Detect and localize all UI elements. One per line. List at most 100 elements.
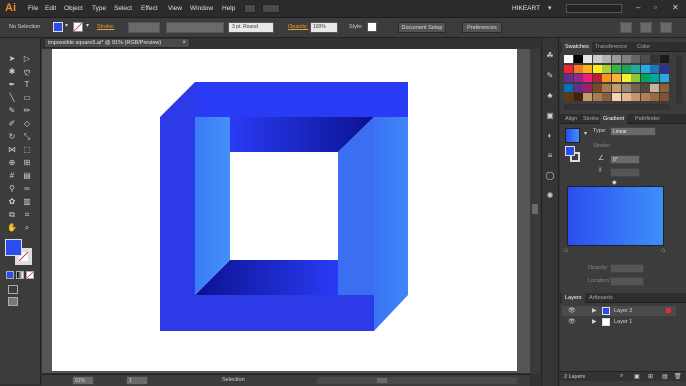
eyedropper-icon[interactable]: ⚲ [6, 183, 18, 194]
gradient-location-field[interactable] [610, 277, 644, 286]
clipping-mask-icon[interactable]: ▣ [634, 373, 640, 380]
gradient-tool-icon[interactable]: ▤ [21, 170, 33, 181]
column-graph-icon[interactable]: ▥ [21, 196, 33, 207]
color-guide-icon[interactable]: ☘ [544, 50, 556, 61]
close-icon[interactable]: ✕ [672, 3, 679, 12]
swatch[interactable] [660, 64, 669, 73]
magic-wand-icon[interactable]: ✱ [6, 66, 18, 77]
new-sublayer-icon[interactable]: ⊞ [648, 373, 653, 380]
pen-tool-icon[interactable]: ✒ [6, 79, 18, 90]
impossible-square-artwork[interactable] [52, 49, 517, 371]
blend-tool-icon[interactable]: ∞ [21, 183, 33, 194]
tab-transference[interactable]: Transference [592, 42, 630, 52]
aspect-ratio-field[interactable] [610, 168, 640, 177]
blob-brush-icon[interactable]: ✐ [6, 118, 18, 129]
trash-icon[interactable]: 🗑 [674, 373, 682, 380]
swatch[interactable] [660, 55, 669, 63]
symbol-sprayer-icon[interactable]: ✿ [6, 196, 18, 207]
chevron-down-icon[interactable]: ▾ [86, 22, 89, 33]
swatch[interactable] [660, 74, 669, 83]
swatch[interactable] [602, 64, 612, 73]
gradient-type-select[interactable]: Linear [610, 127, 656, 136]
menu-select[interactable]: Select [114, 5, 132, 12]
menu-object[interactable]: Object [64, 5, 83, 12]
chevron-down-icon[interactable]: ▾ [65, 22, 68, 33]
brushes-icon[interactable]: ✎ [544, 70, 556, 81]
scale-tool-icon[interactable]: ⤡ [21, 131, 33, 142]
graphic-style-swatch[interactable] [367, 22, 377, 32]
swatch[interactable] [621, 74, 631, 83]
chevron-down-icon[interactable]: ▾ [548, 4, 552, 12]
zoom-field[interactable]: 91% [72, 376, 94, 385]
shape-builder-icon[interactable]: ⊕ [6, 157, 18, 168]
swatch[interactable] [573, 83, 583, 92]
menu-edit[interactable]: Edit [45, 5, 56, 12]
swatch[interactable] [592, 55, 602, 63]
layer-name[interactable]: Layer 1 [614, 317, 632, 327]
selection-indicator[interactable] [666, 308, 671, 313]
new-layer-icon[interactable]: ▤ [662, 373, 668, 380]
swatch[interactable] [583, 93, 593, 102]
vertical-scrollbar[interactable] [530, 49, 540, 374]
tab-gradient[interactable]: Gradient [600, 114, 628, 124]
menu-window[interactable]: Window [190, 5, 213, 12]
swatch[interactable] [640, 64, 650, 73]
workspace-switcher[interactable]: HIKEART [512, 5, 540, 12]
swatch[interactable] [621, 64, 631, 73]
gradient-stop-right[interactable]: ⌂ [661, 247, 665, 254]
swatch[interactable] [640, 55, 650, 63]
scroll-thumb[interactable] [532, 204, 538, 214]
swatch[interactable] [650, 74, 660, 83]
brush-definition-field[interactable]: 3 pt. Round [228, 22, 274, 33]
swatch[interactable] [621, 83, 631, 92]
preferences-button[interactable]: Preferences [462, 22, 502, 33]
eraser-icon[interactable]: ◇ [21, 118, 33, 129]
swatches-scrollbar[interactable] [676, 55, 682, 103]
transparency-icon[interactable]: ◯ [544, 170, 556, 181]
menu-view[interactable]: View [168, 5, 182, 12]
fill-color-box[interactable] [5, 239, 22, 256]
swatch[interactable] [564, 64, 573, 73]
artboard-tool-icon[interactable]: ⧉ [6, 209, 18, 220]
graphic-styles-icon[interactable]: ▣ [544, 110, 556, 121]
panel-menu-icon[interactable] [660, 22, 672, 33]
gradient-slider[interactable] [567, 186, 664, 246]
swatch[interactable] [612, 55, 621, 63]
swatch[interactable] [650, 83, 660, 92]
swatch[interactable] [612, 93, 621, 102]
free-transform-icon[interactable]: ⬚ [21, 144, 33, 155]
layer-row[interactable]: 👁 ▶ Layer 2 [562, 306, 676, 316]
align-icon[interactable] [620, 22, 632, 33]
layer-name[interactable]: Layer 2 [614, 306, 632, 316]
swatch[interactable] [650, 55, 660, 63]
symbols-icon[interactable]: ♣ [544, 90, 556, 101]
image-trace-icon[interactable]: ✺ [544, 190, 556, 201]
swatch[interactable] [612, 64, 621, 73]
swatch[interactable] [592, 64, 602, 73]
artboard-navigation-field[interactable]: 1 [126, 376, 148, 385]
swatch[interactable] [660, 93, 669, 102]
swatch[interactable] [602, 74, 612, 83]
swatch[interactable] [573, 64, 583, 73]
swatch[interactable] [612, 83, 621, 92]
minimize-icon[interactable]: – [636, 3, 640, 12]
swatch[interactable] [573, 55, 583, 63]
opacity-label[interactable]: Opacity: [288, 22, 308, 33]
width-tool-icon[interactable]: ⋈ [6, 144, 18, 155]
bridge-button[interactable] [244, 4, 256, 13]
tab-swatches[interactable]: Swatches [562, 42, 592, 52]
transform-icon[interactable] [640, 22, 652, 33]
gradient-stop-left[interactable]: ⌂ [564, 247, 568, 254]
swatch[interactable] [621, 55, 631, 63]
selection-tool-icon[interactable]: ➤ [6, 53, 18, 64]
chevron-right-icon[interactable]: ▶ [592, 317, 597, 327]
gradient-mode-button[interactable] [16, 271, 24, 279]
bottom-front-face[interactable] [160, 295, 374, 331]
draw-mode-icon[interactable] [8, 285, 18, 294]
fill-swatch[interactable] [53, 22, 63, 32]
appearance-icon[interactable]: ◐ [544, 130, 556, 141]
paintbrush-icon[interactable]: ✎ [6, 105, 18, 116]
stroke-weight-field[interactable] [128, 22, 160, 33]
menu-file[interactable]: File [28, 5, 38, 12]
swatch[interactable] [660, 83, 669, 92]
